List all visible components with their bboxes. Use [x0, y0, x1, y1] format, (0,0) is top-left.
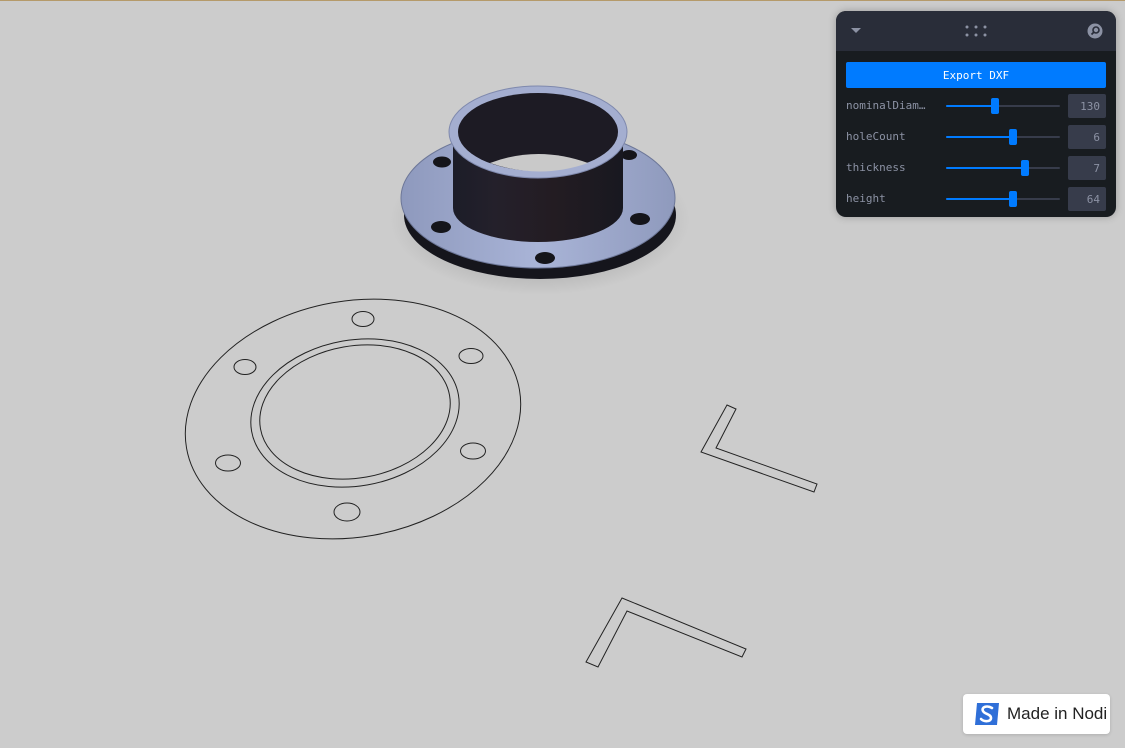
bolt-hole-outline: [460, 442, 486, 460]
profile-outline-upper: [700, 404, 818, 493]
slider-fill: [946, 167, 1025, 169]
bolt-hole-outline: [215, 454, 241, 472]
flange-3d-model[interactable]: [390, 85, 690, 295]
param-row-thickness: thickness: [846, 156, 1106, 180]
slider-fill: [946, 105, 996, 107]
param-label: thickness: [846, 161, 906, 174]
slider-handle[interactable]: [1020, 160, 1029, 176]
height-input[interactable]: [1068, 187, 1106, 211]
nodi-logo-icon: [975, 703, 999, 725]
outer-circle: [184, 298, 522, 540]
nominal-diameter-slider[interactable]: [946, 94, 1060, 118]
slider-handle[interactable]: [1009, 191, 1018, 207]
bolt-hole-outline: [458, 348, 484, 364]
height-slider[interactable]: [946, 187, 1060, 211]
drag-handle-icon[interactable]: [964, 25, 988, 37]
bolt-hole: [621, 150, 637, 160]
hole-count-input[interactable]: [1068, 125, 1106, 149]
flange-outline-2d: [184, 298, 522, 540]
slider-handle[interactable]: [991, 98, 1000, 114]
bolt-hole: [535, 252, 555, 264]
bolt-hole: [630, 213, 650, 225]
nominal-diameter-input[interactable]: [1068, 94, 1106, 118]
search-icon[interactable]: [1087, 23, 1103, 39]
param-row-height: height: [846, 187, 1106, 211]
panel-header[interactable]: [836, 11, 1116, 51]
slider-handle[interactable]: [1009, 129, 1018, 145]
export-dxf-button[interactable]: Export DXF: [846, 62, 1106, 88]
bolt-hole-outline: [233, 359, 257, 375]
slider-fill: [946, 136, 1014, 138]
parameter-panel: Export DXF nominalDiam… holeCount thickn…: [836, 11, 1116, 217]
param-row-nominal-diameter: nominalDiam…: [846, 94, 1106, 118]
badge-label: Made in Nodi: [1007, 704, 1108, 723]
slider-fill: [946, 198, 1014, 200]
bolt-hole: [433, 156, 451, 168]
hole-count-slider[interactable]: [946, 125, 1060, 149]
bolt-hole-outline: [351, 311, 375, 327]
bolt-hole-outline: [333, 502, 361, 522]
chevron-down-icon[interactable]: [850, 24, 862, 36]
param-label: nominalDiam…: [846, 99, 926, 112]
param-row-hole-count: holeCount: [846, 125, 1106, 149]
thickness-slider[interactable]: [946, 156, 1060, 180]
made-in-nodi-badge[interactable]: Made in Nodi: [963, 694, 1110, 734]
param-label: holeCount: [846, 130, 906, 143]
profile-outline-lower: [585, 597, 747, 668]
bolt-hole: [431, 221, 451, 233]
inner-circle: [250, 338, 460, 488]
thickness-input[interactable]: [1068, 156, 1106, 180]
param-label: height: [846, 192, 886, 205]
